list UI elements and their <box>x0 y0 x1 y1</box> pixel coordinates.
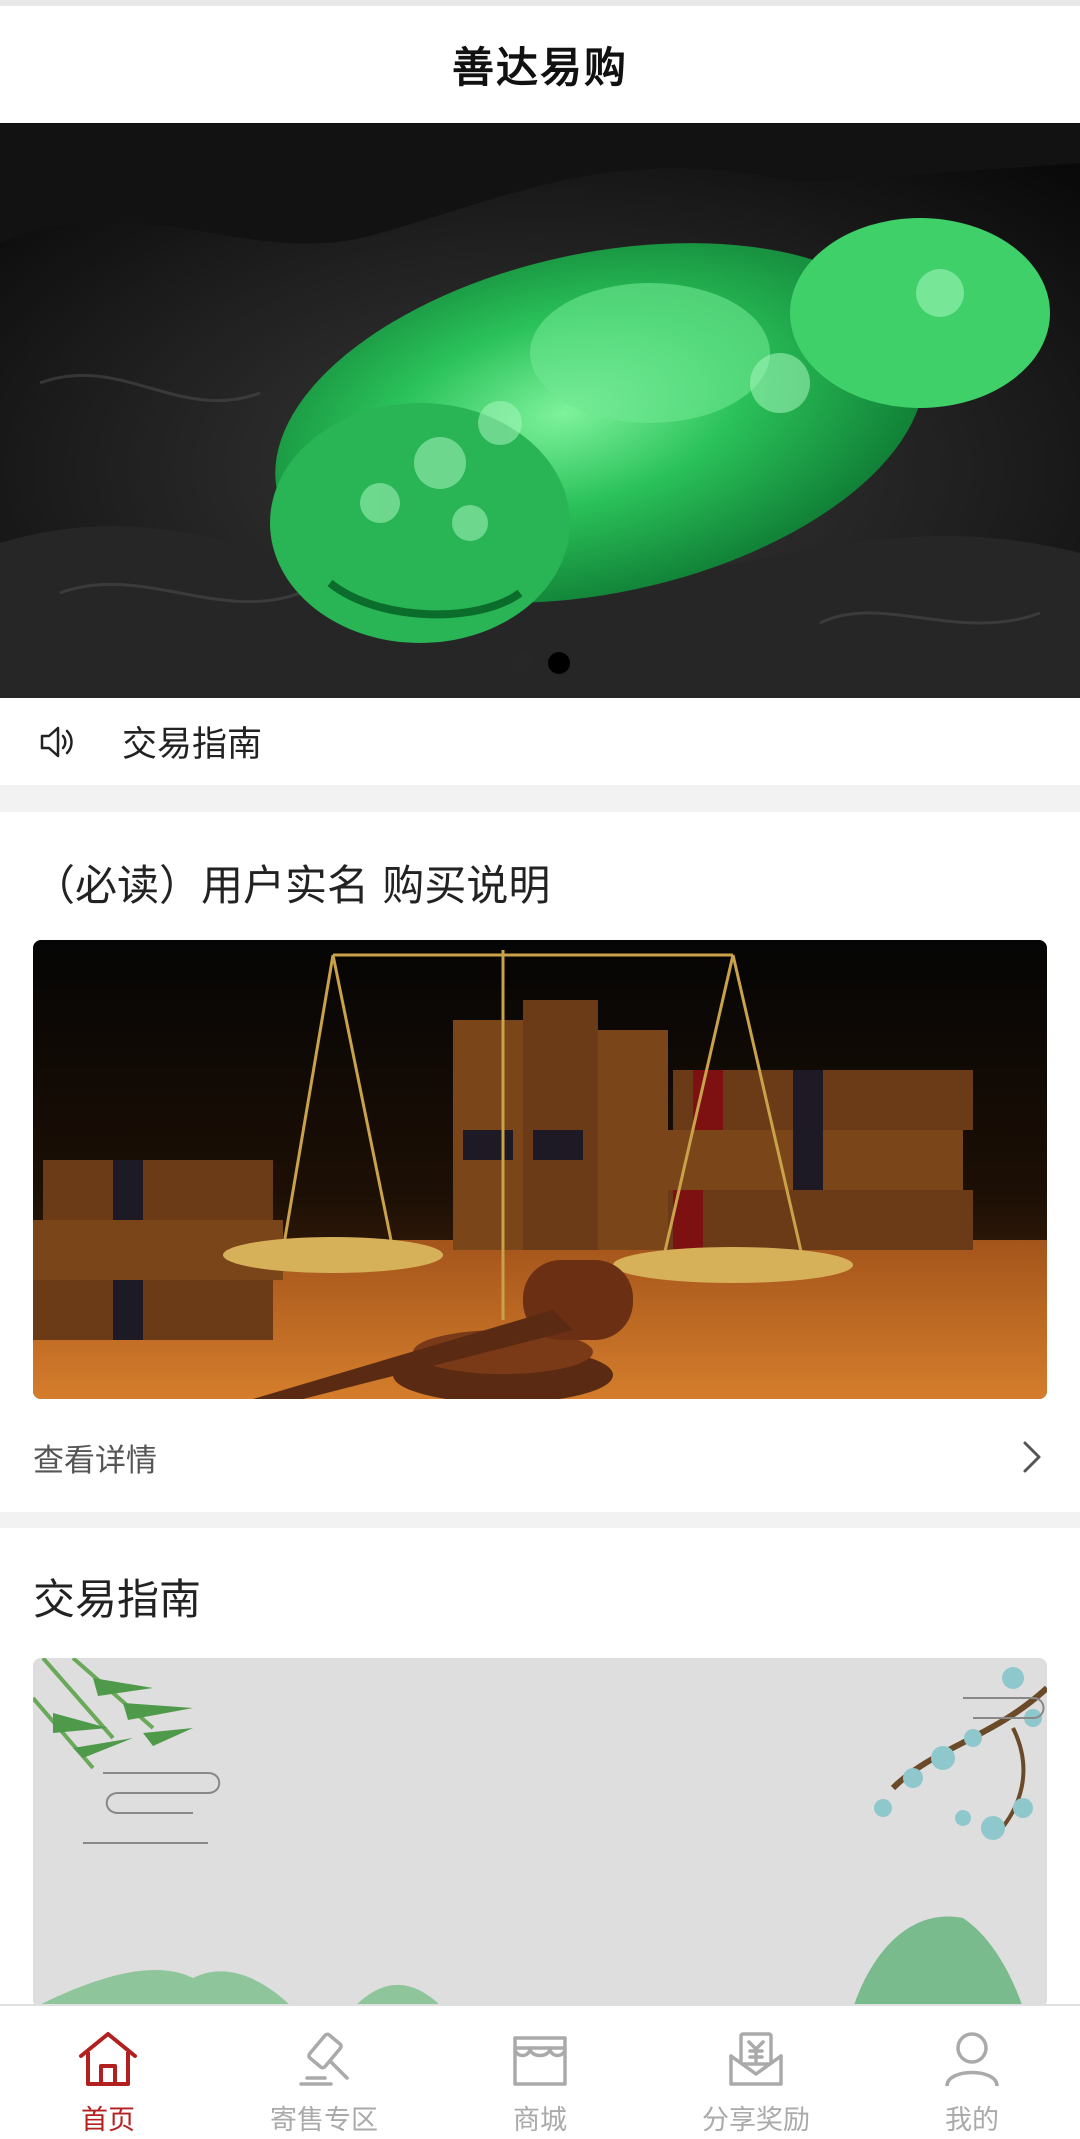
carousel-dot-active[interactable] <box>548 652 570 674</box>
article-image[interactable] <box>33 940 1047 1399</box>
page-title: 善达易购 <box>451 43 628 92</box>
carousel-dots <box>0 652 1080 674</box>
view-details-row[interactable]: 查看详情 <box>33 1432 1047 1482</box>
carousel-dot[interactable] <box>510 652 532 674</box>
tab-mine[interactable]: 我的 <box>864 2006 1080 2139</box>
article-card-guide[interactable]: 交易指南 <box>0 1528 1080 2008</box>
article-title: 交易指南 <box>33 1575 202 1624</box>
app-page: 善达易购 交易指南 （必读）用户实名 购买说明 查看详情 交易指南 首页 寄售专… <box>0 0 1080 2139</box>
tab-share-reward[interactable]: 分享奖励 <box>648 2006 864 2139</box>
bottom-tab-bar: 首页 寄售专区 商城 分享奖励 我的 <box>0 2004 1080 2139</box>
store-icon <box>513 2036 567 2086</box>
law-scales-image <box>33 940 1047 1399</box>
chevron-right-icon <box>1023 1441 1041 1473</box>
banner-carousel[interactable] <box>0 123 1080 698</box>
article-card-realname[interactable]: （必读）用户实名 购买说明 查看详情 <box>0 812 1080 1512</box>
tab-label: 首页 <box>81 2105 135 2136</box>
user-icon <box>945 2032 999 2087</box>
tab-label: 分享奖励 <box>702 2105 810 2136</box>
article-image[interactable] <box>33 1658 1047 2008</box>
gavel-icon <box>299 2032 349 2086</box>
tab-home[interactable]: 首页 <box>0 2006 216 2139</box>
jade-banner-image <box>0 123 1080 698</box>
article-title: （必读）用户实名 购买说明 <box>33 861 551 910</box>
tab-consignment[interactable]: 寄售专区 <box>216 2006 432 2139</box>
tab-label: 商城 <box>513 2105 567 2136</box>
tab-mall[interactable]: 商城 <box>432 2006 648 2139</box>
home-icon <box>79 2032 137 2086</box>
notice-text: 交易指南 <box>122 725 263 765</box>
reward-envelope-icon <box>729 2032 783 2086</box>
tab-label: 寄售专区 <box>270 2105 378 2136</box>
notice-bar[interactable]: 交易指南 <box>0 698 1080 785</box>
tab-label: 我的 <box>945 2105 999 2136</box>
speaker-icon <box>40 726 73 757</box>
ink-landscape-image <box>33 1658 1047 2008</box>
top-header: 善达易购 <box>0 0 1080 123</box>
view-details-label: 查看详情 <box>33 1442 157 1479</box>
